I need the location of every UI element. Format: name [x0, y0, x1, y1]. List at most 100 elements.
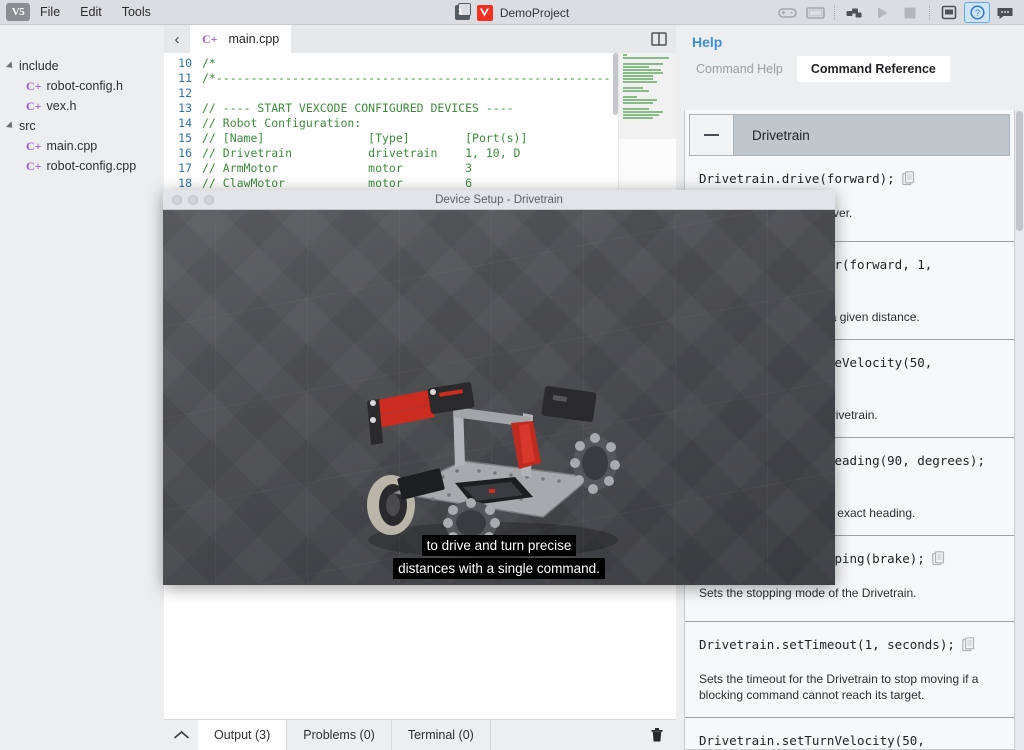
command-group-drivetrain[interactable]: Drivetrain — [689, 114, 1010, 156]
trash-icon[interactable] — [650, 720, 664, 750]
sidebar-item-vex-h[interactable]: C+ vex.h — [0, 96, 164, 116]
feedback-icon[interactable] — [992, 2, 1018, 23]
command-group-label: Drivetrain — [752, 127, 810, 143]
v5-logo-icon[interactable]: V5 — [6, 3, 30, 21]
command-description: Sets the timeout for the Drivetrain to s… — [699, 672, 979, 702]
help-icon[interactable]: ? — [964, 2, 990, 23]
caption-line-1: to drive and turn precise — [421, 535, 577, 556]
sidebar-item-main-cpp[interactable]: C+ main.cpp — [0, 136, 164, 156]
help-scrollbar-thumb[interactable] — [1016, 111, 1023, 231]
line-text: // Drivetrain drivetrain 1, 10, D — [202, 146, 521, 160]
split-editor-icon[interactable] — [650, 30, 668, 48]
output-tab-bar: Output (3) Problems (0) Terminal (0) — [164, 719, 676, 750]
sidebar-item-label: main.cpp — [46, 139, 98, 153]
toolbar-separator-1 — [834, 5, 835, 20]
vex-robotics-icon — [476, 4, 493, 21]
output-panel: Output (3) Problems (0) Terminal (0) — [164, 578, 676, 750]
line-number: 13 — [178, 101, 192, 115]
menu-file[interactable]: File — [30, 0, 70, 25]
app-root: V5 File Edit Tools DemoProject — [0, 0, 1024, 750]
modal-title-bar[interactable]: Device Setup - Drivetrain — [163, 190, 835, 210]
cpp-file-icon: C+ — [26, 78, 42, 93]
tab-problems[interactable]: Problems (0) — [287, 720, 392, 750]
code-line: 10 /* — [164, 56, 676, 71]
caption-line-2: distances with a single command. — [393, 558, 605, 579]
cpp-file-icon: C+ — [202, 31, 218, 46]
tab-command-reference[interactable]: Command Reference — [796, 56, 950, 82]
tab-terminal[interactable]: Terminal (0) — [392, 720, 491, 750]
sidebar-item-label: vex.h — [46, 99, 77, 113]
file-explorer-sidebar: include C+ robot-config.h C+ vex.h src C… — [0, 25, 164, 750]
editor-tab-main-cpp[interactable]: C+ main.cpp — [190, 25, 292, 53]
sidebar-item-robot-config-h[interactable]: C+ robot-config.h — [0, 76, 164, 96]
line-number: 14 — [178, 116, 192, 130]
copy-icon[interactable] — [901, 171, 915, 191]
back-button[interactable]: ‹ — [164, 25, 190, 53]
modal-title: Device Setup - Drivetrain — [435, 193, 563, 206]
cpp-file-icon: C+ — [26, 98, 42, 113]
line-number: 16 — [178, 146, 192, 160]
code-line: 12 — [164, 86, 676, 101]
minimap-viewport — [619, 53, 676, 139]
menu-tools[interactable]: Tools — [112, 0, 161, 25]
menu-edit[interactable]: Edit — [70, 0, 112, 25]
line-text: // ---- START VEXCODE CONFIGURED DEVICES… — [202, 101, 514, 115]
display-icon[interactable] — [802, 2, 828, 23]
command-code: Drivetrain.setTurnVelocity(50, percent); — [699, 733, 925, 748]
video-caption: to drive and turn precise distances with… — [163, 535, 835, 579]
brain-device-icon[interactable] — [936, 2, 962, 23]
line-text: /*--------------------------------------… — [202, 71, 611, 85]
sidebar-item-src[interactable]: src — [0, 116, 164, 136]
sidebar-item-label: robot-config.h — [46, 79, 123, 93]
line-text: // [Name] [Type] [Port(s)] — [202, 131, 528, 145]
minus-icon — [704, 133, 719, 137]
caret-down-icon[interactable] — [5, 61, 16, 71]
command-code: Drivetrain.drive(forward); — [699, 171, 895, 186]
device-setup-modal[interactable]: Device Setup - Drivetrain to drive and t… — [163, 190, 835, 585]
code-line: 14 // Robot Configuration: — [164, 116, 676, 131]
copy-icon[interactable] — [962, 637, 975, 657]
help-scrollbar[interactable] — [1015, 111, 1024, 750]
command-card[interactable]: Drivetrain.setTurnVelocity(50, percent);… — [685, 718, 1014, 749]
tab-output[interactable]: Output (3) — [198, 720, 288, 750]
collapse-panel-button[interactable] — [164, 720, 198, 750]
line-number: 10 — [178, 56, 192, 70]
sidebar-item-robot-config-cpp[interactable]: C+ robot-config.cpp — [0, 156, 164, 176]
code-line: 18 // ClawMotor motor 6 — [164, 176, 676, 191]
project-slot-icon — [454, 3, 471, 20]
line-text: // ClawMotor motor 6 — [202, 176, 473, 190]
caret-down-icon[interactable] — [5, 121, 16, 131]
svg-text:?: ? — [974, 8, 979, 18]
line-text: /* — [202, 56, 216, 70]
tab-command-help[interactable]: Command Help — [682, 56, 797, 82]
line-number: 15 — [178, 131, 192, 145]
editor-tab-bar: ‹ C+ main.cpp — [164, 25, 676, 53]
toolbar-separator-2 — [929, 5, 930, 20]
code-line: 11 /*------------------------------------… — [164, 71, 676, 86]
command-card[interactable]: Drivetrain.setTimeout(1, seconds); Sets t… — [685, 622, 1014, 718]
code-lines: 10 /* 11 /*--------------------------------… — [164, 53, 676, 206]
window-title: DemoProject — [499, 5, 570, 20]
play-icon[interactable] — [869, 2, 895, 23]
line-number: 18 — [178, 176, 192, 190]
code-line: 13 // ---- START VEXCODE CONFIGURED DEVIC… — [164, 101, 676, 116]
command-description: Sets the stopping mode of the Drivetrain… — [699, 586, 917, 600]
line-number: 17 — [178, 161, 192, 175]
copy-icon[interactable] — [931, 551, 945, 571]
stop-icon[interactable] — [897, 2, 923, 23]
sidebar-item-label: robot-config.cpp — [46, 159, 137, 173]
toolbar-right: ? — [774, 0, 1018, 25]
cpp-file-icon: C+ — [26, 158, 42, 173]
line-number: 11 — [178, 71, 192, 85]
sidebar-item-include[interactable]: include — [0, 56, 164, 76]
code-line: 16 // Drivetrain drivetrain 1, 10, D — [164, 146, 676, 161]
blocks-icon[interactable] — [841, 2, 867, 23]
sidebar-item-label: src — [19, 119, 36, 133]
collapse-group-button[interactable] — [690, 115, 734, 155]
code-line: 15 // [Name] [Type] [Port(s)] — [164, 131, 676, 146]
device-setup-video[interactable]: to drive and turn precise distances with… — [163, 210, 835, 585]
cpp-file-icon: C+ — [26, 138, 42, 153]
help-panel-title: Help — [692, 34, 723, 50]
controller-icon[interactable] — [774, 2, 800, 23]
line-text: // Robot Configuration: — [202, 116, 362, 130]
